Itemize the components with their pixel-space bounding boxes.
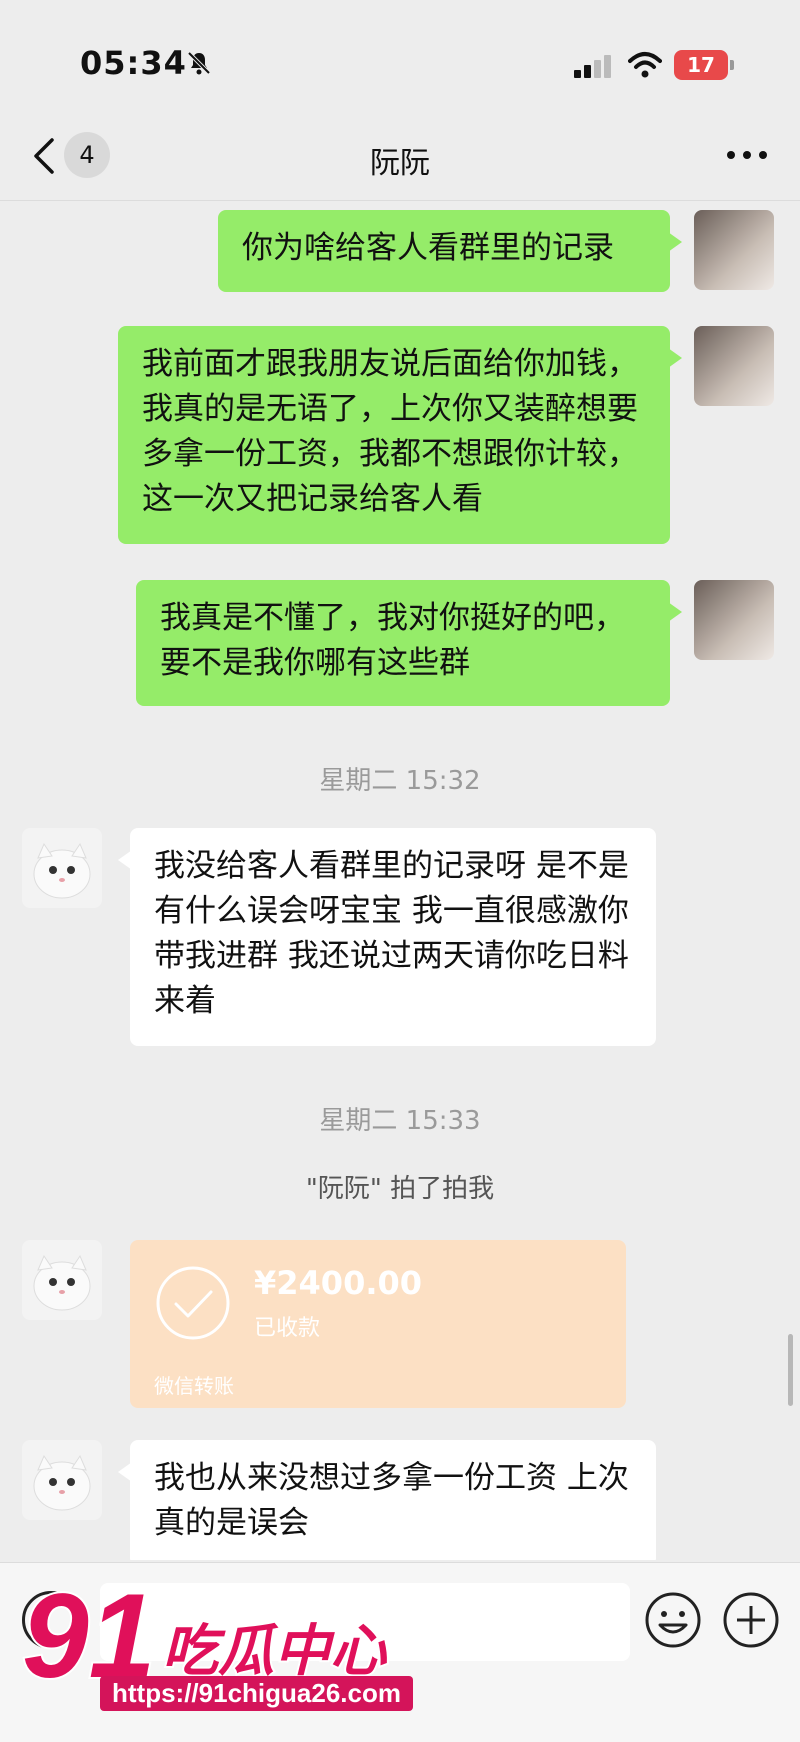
battery-indicator: 17 [674, 50, 734, 80]
more-options-icon[interactable] [722, 138, 772, 172]
message-bubble-received[interactable]: 我没给客人看群里的记录呀 是不是有什么误会呀宝宝 我一直很感激你带我进群 我还说… [118, 828, 656, 1046]
kitten-icon [33, 1454, 91, 1511]
pat-system-message: "阮阮" 拍了拍我 [305, 1174, 495, 1204]
message-text: 我前面才跟我朋友说后面给你加钱，我真的是无语了，上次你又装醉想要多拿一份工资，我… [142, 346, 638, 517]
message-text: 你为啥给客人看群里的记录 [242, 230, 614, 266]
message-timestamp: 星期二 15:32 [319, 766, 481, 796]
transfer-card[interactable]: ¥2400.00 已收款 微信转账 [130, 1240, 626, 1408]
scrollbar[interactable] [788, 1334, 793, 1406]
chat-header: 4 阮阮 [0, 120, 800, 201]
message-text: 我真是不懂了，我对你挺好的吧，要不是我你哪有这些群 [160, 600, 625, 681]
contact-avatar[interactable] [22, 828, 102, 908]
transfer-footer: 微信转账 [154, 1374, 234, 1398]
contact-avatar[interactable] [22, 1240, 102, 1320]
message-bubble-sent[interactable]: 我真是不懂了，我对你挺好的吧，要不是我你哪有这些群 [136, 580, 682, 706]
check-circle-icon [156, 1266, 230, 1340]
message-bubble-received[interactable]: 我也从来没想过多拿一份工资 上次真的是误会 [118, 1440, 656, 1560]
kitten-icon [33, 1254, 91, 1311]
transfer-status: 已收款 [254, 1316, 321, 1341]
battery-level: 17 [687, 53, 715, 77]
emoji-icon[interactable] [644, 1591, 702, 1649]
message-text: 我没给客人看群里的记录呀 是不是有什么误会呀宝宝 我一直很感激你带我进群 我还说… [154, 848, 629, 1019]
message-bubble-sent[interactable]: 我前面才跟我朋友说后面给你加钱，我真的是无语了，上次你又装醉想要多拿一份工资，我… [118, 326, 682, 544]
plus-icon[interactable] [722, 1591, 780, 1649]
chat-title: 阮阮 [370, 146, 430, 181]
watermark-text: 吃瓜中心 [162, 1619, 388, 1684]
my-avatar[interactable] [694, 326, 774, 406]
cellular-signal-icon [574, 55, 611, 78]
transfer-amount: ¥2400.00 [254, 1264, 423, 1302]
status-time: 05:34 [80, 44, 187, 82]
message-list[interactable]: 你为啥给客人看群里的记录 我前面才跟我朋友说后面给你加钱，我真的是无语了，上次你… [0, 200, 800, 1560]
my-avatar[interactable] [694, 580, 774, 660]
watermark-url: https://91chigua26.com [100, 1676, 413, 1711]
contact-avatar[interactable] [22, 1440, 102, 1520]
message-bubble-sent[interactable]: 你为啥给客人看群里的记录 [218, 210, 682, 292]
kitten-icon [33, 842, 91, 899]
bell-muted-icon [187, 51, 211, 75]
message-text: 我也从来没想过多拿一份工资 上次真的是误会 [154, 1460, 629, 1541]
status-bar: 05:34 17 [0, 0, 800, 120]
message-timestamp: 星期二 15:33 [319, 1106, 481, 1136]
my-avatar[interactable] [694, 210, 774, 290]
wifi-icon [628, 52, 662, 78]
